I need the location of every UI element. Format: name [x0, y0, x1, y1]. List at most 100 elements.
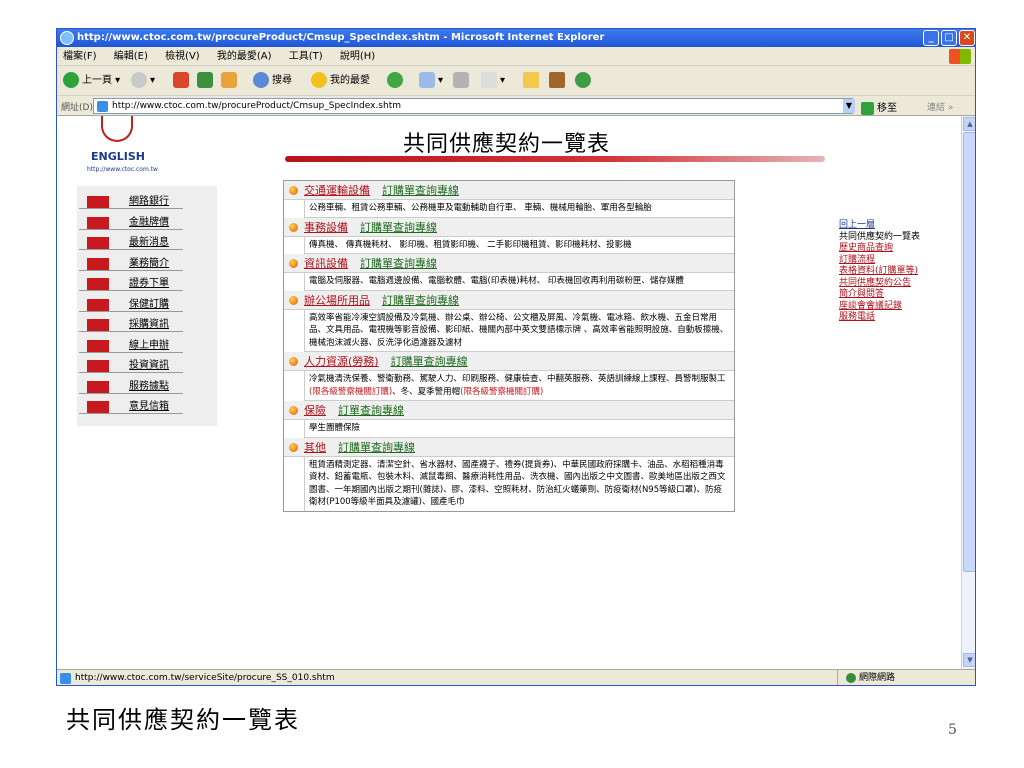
stop-button[interactable] [173, 72, 192, 90]
close-button[interactable]: ✕ [959, 30, 975, 46]
menu-edit[interactable]: 編輯(E) [114, 51, 148, 62]
bullet-icon [289, 406, 298, 415]
order-query-link[interactable]: 訂購單查詢專線 [360, 257, 437, 270]
edit-button[interactable]: ▾ [481, 72, 505, 90]
phone-link[interactable]: 服務電話 [839, 312, 959, 324]
nav-item-news[interactable]: 最新消息 [77, 233, 217, 254]
menu-file[interactable]: 檔案(F) [63, 51, 97, 62]
status-bar: http://www.ctoc.com.tw/serviceSite/procu… [57, 669, 975, 685]
home-button[interactable] [221, 72, 240, 90]
nav-bullet-icon [87, 237, 109, 249]
page-icon [60, 673, 71, 684]
history-icon [387, 72, 403, 88]
forms-link[interactable]: 表格資料(訂購單等) [839, 266, 959, 278]
category-items: 高效率省能冷凍空調設備及冷氣機、辦公桌、辦公椅、公文櫃及屏風、冷氣機、電冰箱、飲… [304, 309, 734, 352]
mail-button[interactable]: ▾ [419, 72, 443, 90]
category-header: 交通運輸設備 訂購單查詢專線 [284, 181, 734, 200]
slide-caption: 共同供應契約一覽表 [66, 706, 300, 734]
nav-bullet-icon [87, 319, 109, 331]
site-logo[interactable]: ENGLISH http://www.ctoc.com.tw [83, 116, 158, 176]
page-icon [97, 101, 108, 112]
menu-tools[interactable]: 工具(T) [289, 51, 323, 62]
minutes-link[interactable]: 座談會會議記錄 [839, 301, 959, 313]
nav-item-business[interactable]: 業務簡介 [77, 254, 217, 275]
back-button[interactable]: 上一頁 ▾ [63, 72, 120, 90]
print-button[interactable] [453, 72, 472, 90]
scroll-thumb[interactable] [963, 132, 975, 572]
order-query-link[interactable]: 訂購單查詢專線 [338, 441, 415, 454]
nav-item-invest[interactable]: 投資資訊 [77, 356, 217, 377]
go-button[interactable]: 移至 [861, 99, 897, 115]
order-query-link[interactable]: 訂單查詢專線 [338, 404, 404, 417]
nav-item-health[interactable]: 保健訂購 [77, 295, 217, 316]
page-number: 5 [948, 722, 957, 738]
nav-item-feedback[interactable]: 意見信箱 [77, 397, 217, 418]
slide: http://www.ctoc.com.tw/procureProduct/Cm… [0, 0, 1024, 768]
menu-help[interactable]: 說明(H) [340, 51, 375, 62]
scroll-down-icon[interactable]: ▼ [963, 653, 975, 667]
messenger-button[interactable] [575, 72, 594, 90]
home-icon [221, 72, 237, 88]
address-dropdown[interactable]: ▼ [843, 99, 855, 113]
browser-window: http://www.ctoc.com.tw/procureProduct/Cm… [56, 28, 976, 686]
order-query-link[interactable]: 訂購單查詢專線 [382, 184, 459, 197]
category-header: 事務設備 訂購單查詢專線 [284, 217, 734, 237]
research-button[interactable] [549, 72, 568, 90]
process-link[interactable]: 訂購流程 [839, 255, 959, 267]
restriction-note: (限各級警察機關訂購) [460, 386, 544, 397]
category-link[interactable]: 交通運輸設備 [304, 184, 370, 197]
nav-item-rates[interactable]: 金融牌價 [77, 213, 217, 234]
category-header: 資訊設備 訂購單查詢專線 [284, 254, 734, 273]
nav-item-apply[interactable]: 線上申辦 [77, 336, 217, 357]
seal-icon [101, 116, 133, 142]
address-label: 網址(D) [61, 103, 93, 113]
folder-button[interactable] [523, 72, 542, 90]
forward-button[interactable]: ▾ [131, 72, 155, 90]
category-link[interactable]: 其他 [304, 441, 326, 454]
english-link[interactable]: ENGLISH [83, 150, 153, 163]
links-button[interactable]: 連結 » [927, 100, 953, 113]
scroll-up-icon[interactable]: ▲ [963, 117, 975, 131]
order-query-link[interactable]: 訂購單查詢專線 [360, 221, 437, 234]
window-title: http://www.ctoc.com.tw/procureProduct/Cm… [77, 32, 605, 43]
page-heading: 共同供應契約一覽表 [283, 126, 825, 162]
search-button[interactable]: 搜尋 [253, 72, 292, 90]
category-items: 冷氣機清洗保養、警衛勤務、駕駛人力、印刷服務、健康檢查、中翻英服務、英語訓練線上… [304, 371, 734, 401]
bullet-icon [289, 259, 298, 268]
current-page-label: 共同供應契約一覽表 [839, 231, 921, 242]
category-items: 傳真機、 傳真機耗材、 影印機、租賃影印機、 二手影印機租賃、影印機耗材、投影機 [304, 236, 734, 254]
nav-item-procurement[interactable]: 採購資訊 [77, 315, 217, 336]
category-link[interactable]: 辦公場所用品 [304, 294, 370, 307]
category-items: 電腦及伺服器、電腦週邊設備、電腦軟體、電腦(印表機)耗材、 印表機回收再利用碳粉… [304, 273, 734, 291]
category-link[interactable]: 人力資源(勞務) [304, 355, 379, 368]
side-nav: 網路銀行 金融牌價 最新消息 業務簡介 證券下單 保健訂購 採購資訊 線上申辦 … [77, 186, 217, 426]
nav-bullet-icon [87, 216, 109, 229]
order-query-link[interactable]: 訂購單查詢專線 [391, 355, 468, 368]
bullet-icon [289, 295, 298, 305]
nav-item-online-bank[interactable]: 網路銀行 [77, 192, 217, 213]
menu-favorites[interactable]: 我的最愛(A) [217, 51, 272, 62]
order-query-link[interactable]: 訂購單查詢專線 [382, 294, 459, 307]
address-input[interactable] [93, 98, 853, 114]
back-link[interactable]: 回上一層 [839, 220, 959, 232]
ie-icon [60, 31, 74, 45]
history-link[interactable]: 歷史商品查詢 [839, 243, 959, 255]
logo-url: http://www.ctoc.com.tw [87, 166, 158, 173]
category-link[interactable]: 保險 [304, 404, 326, 417]
history-button[interactable] [387, 72, 406, 90]
category-items: 租賃酒精測定器、清潔空針、省水器材、國產襪子、禮券(提貨券)、中華民國政府採購卡… [304, 456, 734, 511]
faq-link[interactable]: 簡介與問答 [839, 289, 959, 301]
minimize-button[interactable]: _ [923, 30, 939, 46]
nav-item-securities[interactable]: 證券下單 [77, 274, 217, 295]
nav-bullet-icon [87, 401, 109, 413]
menu-view[interactable]: 檢視(V) [165, 51, 200, 62]
category-link[interactable]: 事務設備 [304, 221, 348, 234]
category-link[interactable]: 資訊設備 [304, 257, 348, 270]
refresh-button[interactable] [197, 72, 216, 90]
maximize-button[interactable]: □ [941, 30, 957, 46]
vertical-scrollbar[interactable]: ▲ ▼ [961, 116, 975, 669]
favorites-button[interactable]: 我的最愛 [311, 72, 370, 90]
announcement-link[interactable]: 共同供應契約公告 [839, 278, 959, 290]
folder-icon [523, 72, 539, 88]
nav-item-branches[interactable]: 服務據點 [77, 377, 217, 398]
